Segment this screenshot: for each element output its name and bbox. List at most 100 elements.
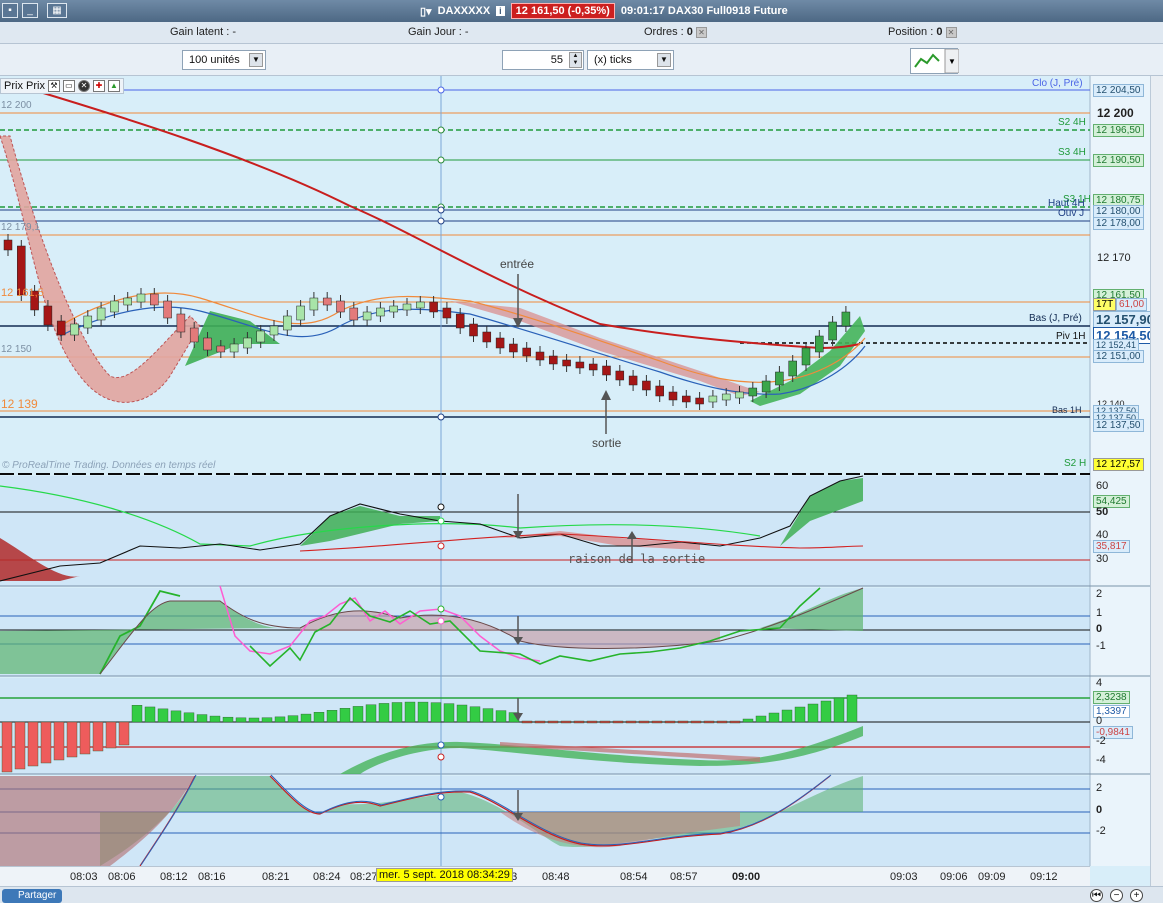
candle <box>801 347 811 366</box>
histogram-bar <box>664 720 676 724</box>
ind2-tick: 2 <box>1096 588 1103 600</box>
candle <box>509 343 518 353</box>
chevron-down-icon[interactable]: ▼ <box>249 53 263 67</box>
histogram-bar <box>92 721 104 752</box>
price-label: 12 127,57 <box>1093 458 1144 471</box>
candle <box>535 351 545 361</box>
vertical-scrollbar[interactable] <box>1150 76 1163 903</box>
time-tick: 09:00 <box>732 871 761 883</box>
candle <box>70 323 79 336</box>
histogram-bar <box>14 721 26 770</box>
ind1-value: 35,817 <box>1093 540 1130 553</box>
chart-type-button[interactable]: ▼ <box>910 48 960 74</box>
candle <box>815 335 824 353</box>
ind4-tick: 0 <box>1096 804 1103 816</box>
info-icon[interactable]: i <box>496 6 505 16</box>
ind2-tick: -1 <box>1096 640 1106 652</box>
candle <box>123 297 132 306</box>
histogram-bar <box>820 700 832 723</box>
keyboard-icon[interactable]: ▦ <box>47 3 67 18</box>
candle <box>389 305 398 313</box>
price-label: 12 137,50 <box>1093 419 1144 432</box>
time-tick: 09:09 <box>978 871 1006 883</box>
exit-annotation: sortie <box>592 436 622 450</box>
tag-clo: Clo (J, Pré) <box>1032 78 1083 89</box>
candle <box>668 391 678 401</box>
histogram-bar <box>547 720 559 724</box>
zoom-out-icon[interactable]: − <box>1110 889 1123 902</box>
histogram-bar <box>781 709 793 723</box>
window-icon[interactable]: ▭ <box>62 80 75 92</box>
candle <box>642 380 651 391</box>
ind3-tick: 4 <box>1096 677 1103 689</box>
histogram-bar <box>287 715 299 723</box>
candle <box>96 307 106 321</box>
histogram-bar <box>599 720 611 724</box>
left-label-12161: 12 161,5 <box>1 287 44 299</box>
histogram-bar <box>235 717 247 723</box>
order-toolbar: 100 unités ▼ 55 ▲ ▼ (x) ticks ▼ ▼ <box>0 44 1163 76</box>
histogram-bar <box>53 721 65 761</box>
histogram-bar <box>768 712 780 723</box>
quantity-select[interactable]: 100 unités ▼ <box>182 50 266 70</box>
candle <box>788 360 797 377</box>
close-position-icon[interactable]: ✕ <box>945 26 957 38</box>
candle <box>655 385 664 397</box>
candle <box>189 327 199 343</box>
price-tick: 12 200 <box>1097 106 1134 120</box>
histogram-bar <box>625 720 637 724</box>
cancel-orders-icon[interactable]: ✕ <box>695 26 707 38</box>
candle <box>682 395 691 403</box>
svg-text:▼: ▼ <box>948 57 956 66</box>
candle <box>775 371 784 386</box>
time-tick: 08:12 <box>160 871 188 883</box>
candle <box>455 313 465 329</box>
spin-stepper[interactable]: ▲ ▼ <box>569 52 582 68</box>
left-label-12150: 12 150 <box>1 344 32 355</box>
histogram-bar <box>833 697 845 723</box>
minimize-icon[interactable]: _ <box>22 3 38 18</box>
candle <box>735 391 744 399</box>
wrench-icon[interactable]: ⚒ <box>47 80 60 92</box>
time-tick: 08:57 <box>670 871 698 883</box>
price-panel-header: Prix Prix ⚒ ▭ ✕ ✚ ▲ <box>0 78 124 94</box>
cursor-date-label: mer. 5 sept. 2018 08:34:29 <box>376 868 513 882</box>
histogram-bar <box>560 720 572 724</box>
symbol-name[interactable]: DAXXXXX <box>438 5 491 17</box>
price-badge: 12 161,50 (-0,35%) <box>510 3 615 19</box>
close-icon[interactable]: ✕ <box>77 80 90 92</box>
histogram-bar <box>456 704 468 723</box>
time-tick: 08:48 <box>542 871 570 883</box>
ind2-tick: 1 <box>1096 607 1103 619</box>
candle <box>442 307 452 319</box>
chevron-down-icon[interactable]: ▼ <box>657 53 671 67</box>
candle <box>296 305 305 321</box>
interval-unit-select[interactable]: (x) ticks ▼ <box>587 50 674 70</box>
zoom-in-icon[interactable]: + <box>1130 889 1143 902</box>
candle <box>708 395 718 403</box>
price-label: 12 204,50 <box>1093 84 1144 97</box>
arrow-up-icon[interactable]: ▲ <box>107 80 120 92</box>
interval-input[interactable]: 55 ▲ ▼ <box>502 50 584 70</box>
price-label: 61,00 <box>1116 298 1148 311</box>
histogram-bar <box>248 717 260 723</box>
left-label-12200: 12 200 <box>1 100 32 111</box>
histogram-bar <box>261 717 273 723</box>
chart-area[interactable]: entrée sortie raison de la sortie Prix P… <box>0 76 1163 903</box>
price-chart-svg[interactable]: entrée sortie raison de la sortie <box>0 76 1150 903</box>
histogram-bar <box>183 712 195 723</box>
order-icon[interactable]: ✚ <box>92 80 105 92</box>
panel-title: Prix Prix <box>4 80 45 92</box>
link-icon[interactable]: ▯▾ <box>420 5 432 18</box>
bottom-bar: Partager ⏮ − + <box>0 886 1163 903</box>
window-menu-icon[interactable]: ▪ <box>2 3 18 18</box>
histogram-bar <box>40 721 52 764</box>
scroll-start-icon[interactable]: ⏮ <box>1090 889 1103 902</box>
share-button[interactable]: Partager <box>2 889 63 903</box>
candle <box>615 370 625 381</box>
title-bar: ▪ _ ▦ ▯▾ DAXXXXX i 12 161,50 (-0,35%) 09… <box>0 0 1163 22</box>
histogram-bar <box>794 706 806 723</box>
histogram-bar <box>703 720 715 724</box>
ind4-tick: 2 <box>1096 782 1103 794</box>
ind4-tick: -2 <box>1096 825 1106 837</box>
